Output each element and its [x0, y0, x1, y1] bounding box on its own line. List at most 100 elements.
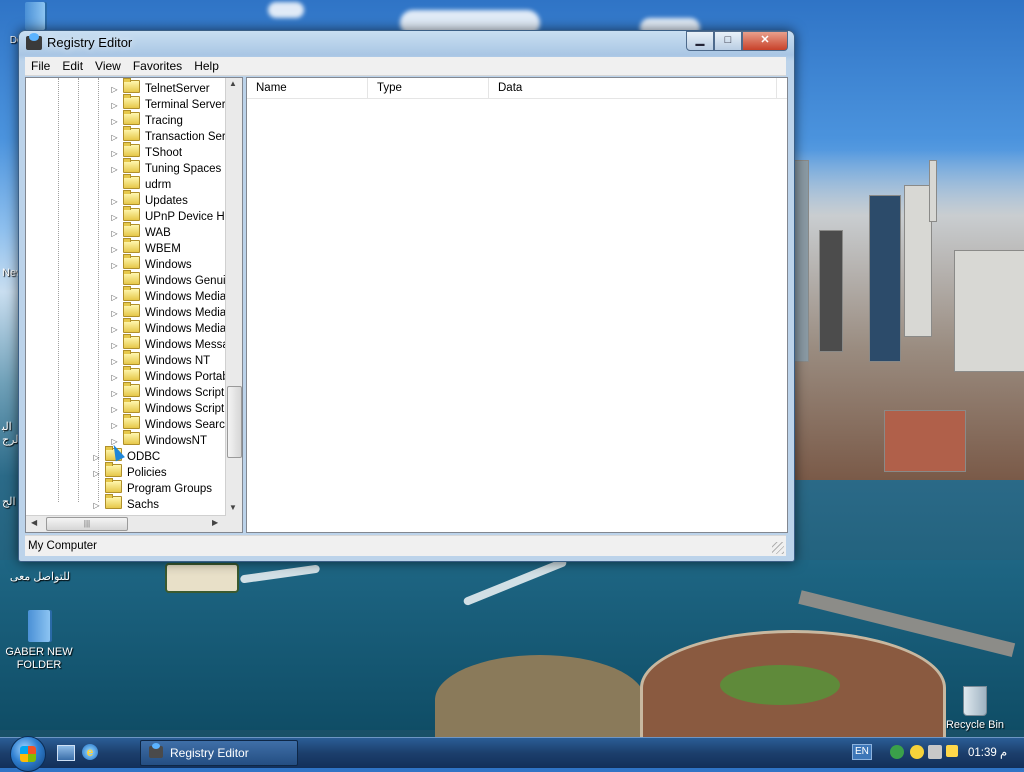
folder-icon — [25, 2, 45, 30]
tree-item-label: Windows Genuin — [145, 275, 226, 287]
registry-tree[interactable]: ▷ TelnetServer ▷ Terminal Server ▷ Tracing ▷ Tr… — [25, 77, 243, 533]
clock[interactable]: 01:39 م — [968, 745, 1007, 759]
scroll-left-arrow-icon[interactable]: ◀ — [31, 518, 37, 527]
tree-item-label: Windows Messa — [145, 339, 226, 351]
folder-icon — [123, 430, 140, 445]
menu-help[interactable]: Help — [188, 59, 225, 73]
folder-icon — [123, 382, 140, 397]
menu-edit[interactable]: Edit — [56, 59, 89, 73]
tree-item-label: TelnetServer — [145, 83, 210, 95]
scroll-thumb[interactable]: ||| — [46, 517, 128, 531]
tree-item[interactable]: ▷ ODBC — [92, 446, 161, 464]
folder-icon — [123, 238, 140, 253]
taskbar-button-label: Registry Editor — [170, 746, 249, 760]
tree-item-label: Windows — [145, 259, 192, 271]
show-desktop-icon[interactable] — [57, 745, 75, 761]
taskbar-button-registry-editor[interactable]: Registry Editor — [140, 740, 298, 766]
tree-item-label: WAB — [145, 227, 171, 239]
menu-favorites[interactable]: Favorites — [127, 59, 188, 73]
scroll-up-arrow-icon[interactable]: ▲ — [229, 79, 237, 88]
scroll-thumb[interactable] — [227, 386, 242, 458]
tree-item-label: Terminal Server — [145, 99, 226, 111]
scroll-right-arrow-icon[interactable]: ▶ — [212, 518, 218, 527]
folder-icon — [105, 478, 122, 493]
tree-item-label: TShoot — [145, 147, 183, 159]
tree-item[interactable]: ▷ Tracing — [110, 110, 183, 128]
scroll-corner — [226, 516, 242, 532]
tree-item-label: Windows Script I — [145, 387, 226, 399]
internet-explorer-icon[interactable]: e — [82, 744, 98, 760]
tree-item[interactable]: ▷ WAB — [110, 222, 171, 240]
tree-vertical-scrollbar[interactable]: ▲ ▼ — [225, 78, 242, 516]
folder-icon — [123, 286, 140, 301]
language-indicator[interactable]: EN — [852, 744, 872, 760]
list-header: Name Type Data — [247, 78, 787, 99]
tree-guide-line — [58, 78, 59, 502]
folder-icon — [123, 398, 140, 413]
desktop-icon-gaber-new-folder[interactable]: GABER NEW FOLDER — [4, 610, 74, 672]
menu-view[interactable]: View — [89, 59, 127, 73]
folder-icon — [123, 270, 140, 285]
folder-icon — [123, 206, 140, 221]
tree-item[interactable]: ▷ Policies — [92, 462, 167, 480]
caption-buttons: ▁ □ ✕ — [686, 31, 788, 51]
tree-item[interactable]: ▷ TShoot — [110, 142, 183, 160]
close-button[interactable]: ✕ — [742, 31, 788, 51]
desktop-icon-partial-label[interactable]: ﺍﻟﺞ — [2, 495, 16, 508]
cloud — [268, 2, 304, 18]
scroll-down-arrow-icon[interactable]: ▼ — [229, 503, 237, 512]
folder-icon — [123, 94, 140, 109]
folder-icon — [123, 414, 140, 429]
volume-tray-icon[interactable] — [928, 745, 942, 759]
city-skyline — [789, 150, 1024, 480]
folder-icon — [123, 126, 140, 141]
network-tray-icon[interactable] — [890, 745, 904, 759]
folder-icon — [123, 350, 140, 365]
tree-guide-line — [98, 78, 99, 502]
folder-icon — [123, 142, 140, 157]
status-text: My Computer — [28, 540, 98, 552]
folder-icon — [105, 494, 122, 509]
stadium-lawn — [720, 665, 840, 705]
tree-item[interactable]: ▷ Sachs — [92, 494, 159, 514]
registry-editor-window[interactable]: Registry Editor ▁ □ ✕ File Edit View Fav… — [18, 30, 795, 562]
tree-item-label: Sachs — [127, 499, 159, 511]
start-button[interactable] — [10, 736, 46, 772]
tree-item-label: Windows Media — [145, 291, 226, 303]
desktop-icon-label: للتواصل معى — [9, 571, 71, 583]
tree-item-label: Windows Scriptin — [145, 403, 226, 415]
title-bar[interactable]: Registry Editor ▁ □ ✕ — [19, 31, 794, 55]
registry-editor-icon — [26, 33, 42, 50]
tree-item-label: Windows Media — [145, 323, 226, 335]
tree-item[interactable]: ▷ WBEM — [110, 238, 181, 256]
column-header-type[interactable]: Type — [368, 78, 489, 98]
tree-rows: ▷ TelnetServer ▷ Terminal Server ▷ Tracing ▷ Tr… — [26, 78, 226, 518]
tree-item-label: ODBC — [127, 451, 161, 463]
tree-item-label: Windows Search — [145, 419, 226, 431]
desktop-icon-label: GABER NEW FOLDER — [5, 646, 73, 671]
tree-horizontal-scrollbar[interactable]: ◀ ||| ▶ — [26, 515, 226, 532]
column-header-name[interactable]: Name — [247, 78, 368, 98]
tree-guide-line — [78, 78, 79, 502]
desktop-icon-contact[interactable]: للتواصل معى — [5, 571, 75, 584]
tree-item-label: Program Groups — [127, 483, 213, 495]
menu-file[interactable]: File — [25, 59, 56, 73]
tree-item[interactable]: udrm — [110, 174, 171, 192]
window-title: Registry Editor — [47, 35, 133, 50]
resize-grip-icon[interactable] — [772, 542, 784, 554]
tree-item-label: UPnP Device Hos — [145, 211, 226, 223]
tree-item[interactable]: ▷ Updates — [110, 190, 188, 208]
tree-item[interactable]: ▷ WindowsNT — [110, 430, 207, 448]
desktop-icon-recycle-bin[interactable]: Recycle Bin — [940, 686, 1010, 732]
maximize-button[interactable]: □ — [714, 31, 742, 51]
desktop-icon-partial-label[interactable]: ﺍﻟﺒ — [2, 420, 12, 433]
folder-icon — [123, 366, 140, 381]
messenger-tray-icon[interactable] — [910, 745, 924, 759]
values-list[interactable]: Name Type Data — [246, 77, 788, 533]
column-header-data[interactable]: Data — [489, 78, 777, 98]
notification-tray-icon[interactable] — [946, 745, 958, 757]
expand-arrow-icon[interactable]: ▷ — [92, 498, 101, 514]
folder-icon — [123, 190, 140, 205]
minimize-button[interactable]: ▁ — [686, 31, 714, 51]
tree-item-label: Tuning Spaces — [145, 163, 222, 175]
